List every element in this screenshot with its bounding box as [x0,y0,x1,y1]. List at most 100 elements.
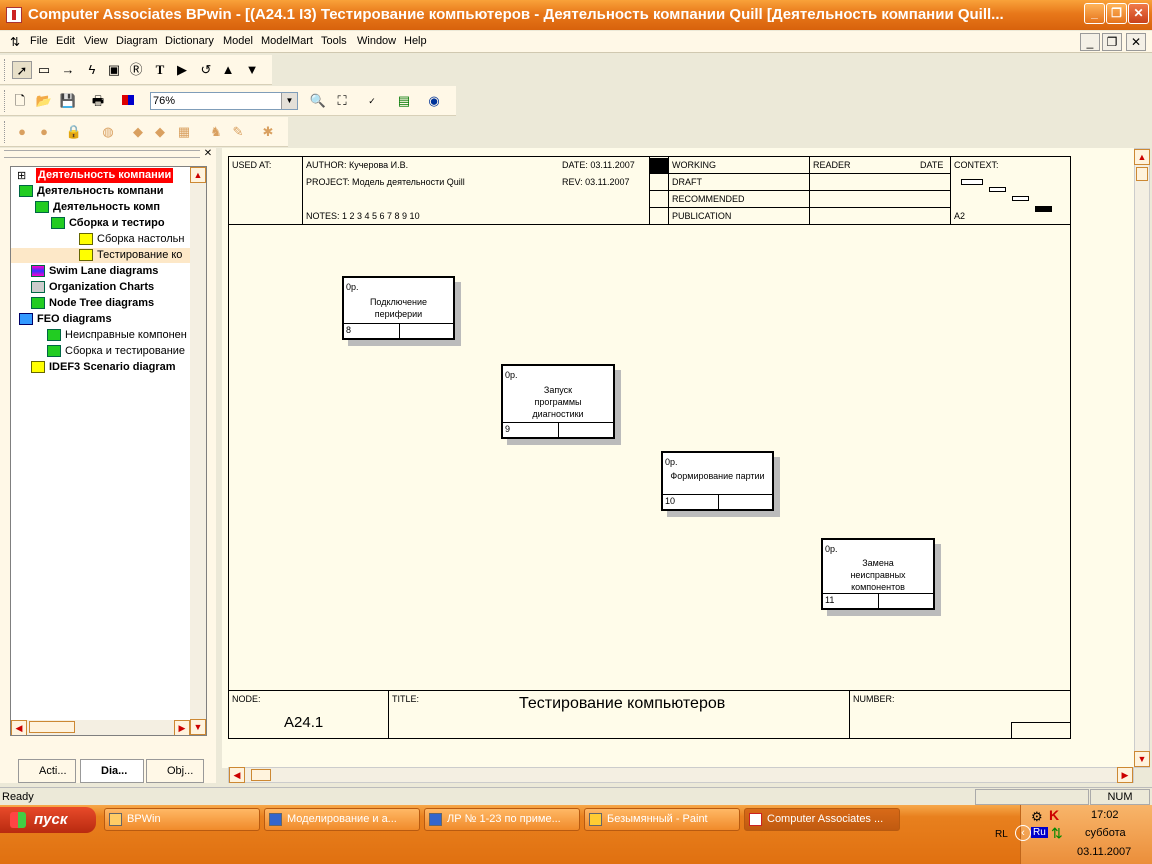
modelmart-icon[interactable]: ◉ [424,92,444,110]
tray-app-icon[interactable]: ⚙ [1031,809,1043,825]
tree-item[interactable]: Сборка и тестиро [51,216,165,231]
toolbar-grip [4,59,7,81]
tab-activities[interactable]: Acti... [18,759,76,783]
tree-item[interactable]: Сборка и тестирование [47,344,185,359]
word-icon [429,813,442,826]
chevron-down-icon[interactable]: ▼ [281,93,297,109]
scroll-left-icon[interactable]: ◀ [11,720,27,735]
tree-item[interactable]: IDEF3 Scenario diagram [31,360,176,375]
squiggle-tool-icon[interactable]: ϟ [82,61,102,79]
reference-tool-icon[interactable]: Ⓡ [126,61,146,79]
menu-edit[interactable]: Edit [56,35,75,47]
scroll-right-icon[interactable]: ▶ [1117,767,1133,783]
antivirus-icon[interactable]: K [1049,807,1059,823]
scroll-right-icon[interactable]: ▶ [174,720,190,735]
start-button[interactable]: пуск [0,807,96,833]
tree-vertical-scrollbar[interactable]: ▲ ▼ [190,167,206,735]
menu-help[interactable]: Help [404,35,427,47]
box-footer: 9 [503,422,613,437]
task-word-2[interactable]: ЛР № 1-23 по приме... [424,808,580,831]
box-tool-icon[interactable]: ▭ [34,61,54,79]
scroll-thumb[interactable] [29,721,75,733]
activity-box[interactable]: 0р. Запуск программы диагностики 9 [501,364,615,439]
open-icon[interactable]: 📂 [34,92,54,110]
decompose-tool-icon[interactable]: ▣ [104,61,124,79]
close-button[interactable]: ✕ [1128,3,1149,24]
go-to-tool-icon[interactable]: ▶ [172,61,192,79]
task-bpwin-app[interactable]: Computer Associates ... [744,808,900,831]
network-icon[interactable]: ⇅ [1051,825,1063,842]
tree-item[interactable]: Неисправные компонен [47,328,187,343]
tree-item[interactable]: Сборка настольн [79,232,184,247]
box-label: Замена неисправных компонентов [850,558,906,592]
menu-model[interactable]: Model [223,35,253,47]
menu-file[interactable]: File [30,35,48,47]
task-word-1[interactable]: Моделирование и а... [264,808,420,831]
explorer-close-icon[interactable]: ✕ [202,148,214,160]
scroll-thumb[interactable] [251,769,271,781]
box-cost: 0р. [505,370,518,380]
mdi-close-button[interactable]: ✕ [1126,33,1146,51]
diagram-title: Тестирование компьютеров [519,695,726,712]
tool-palette: ➚ ▭ → ϟ ▣ Ⓡ T ▶ ↺ ▲ ▼ [0,55,272,85]
menu-tools[interactable]: Tools [321,35,347,47]
canvas-vertical-scrollbar[interactable]: ▲ ▼ [1134,148,1150,768]
task-paint[interactable]: Безымянный - Paint [584,808,740,831]
minimize-button[interactable]: _ [1084,3,1105,24]
model-explorer-icon[interactable]: ▤ [394,92,414,110]
down-level-icon[interactable]: ▼ [242,61,262,79]
go-back-tool-icon[interactable]: ↺ [196,61,216,79]
menu-modelmart[interactable]: ModelMart [261,35,313,47]
tree-item-current[interactable]: Тестирование ко [11,248,206,263]
activity-box[interactable]: 0р. Формирование партии 10 [661,451,774,511]
tree-item[interactable]: Organization Charts [31,280,154,295]
scroll-down-icon[interactable]: ▼ [1134,751,1150,767]
activity-box[interactable]: 0р. Замена неисправных компонентов 11 [821,538,935,610]
color-icon[interactable] [118,92,138,110]
spell-check-icon[interactable]: ✓ [362,92,382,110]
zoom-fit-icon[interactable]: ⛶ [332,92,352,110]
mdi-minimize-button[interactable]: _ [1080,33,1100,51]
doc-icon[interactable]: ⇅ [10,35,20,49]
zoom-in-icon[interactable]: 🔍 [308,92,328,110]
save-icon[interactable]: 💾 [58,92,78,110]
zoom-select[interactable]: 76% ▼ [150,92,298,110]
arrow-tool-icon[interactable]: → [58,61,78,79]
rl-indicator[interactable]: RL [995,829,1008,840]
pointer-tool-icon[interactable]: ➚ [12,61,32,79]
tree-item[interactable]: Деятельность комп [35,200,160,215]
tree-item[interactable]: Node Tree diagrams [31,296,154,311]
mdi-restore-button[interactable]: ❐ [1102,33,1122,51]
tab-objects[interactable]: Obj... [146,759,204,783]
task-bpwin[interactable]: BPWin [104,808,260,831]
divider [388,690,389,738]
idef0-frame: USED AT: AUTHOR: Кучерова И.В. PROJECT: … [228,156,1071,739]
tree-item[interactable]: Деятельность компани [19,184,164,199]
tree-horizontal-scrollbar[interactable]: ◀ ▶ [11,720,190,735]
canvas-horizontal-scrollbar[interactable]: ◀ ▶ [228,767,1134,783]
maximize-button[interactable]: ❐ [1106,3,1127,24]
scroll-up-icon[interactable]: ▲ [190,167,206,183]
tree-root[interactable]: Деятельность компании [36,168,174,183]
chevron-left-icon[interactable]: ‹ [1015,825,1031,841]
activity-box[interactable]: 0р. Подключение периферии 8 [342,276,455,340]
tab-diagrams[interactable]: Dia... [80,759,144,783]
print-icon[interactable]: 🖶 [88,92,108,110]
model-tree: Деятельность компании ⊞ Деятельность ком… [10,166,207,736]
up-level-icon[interactable]: ▲ [218,61,238,79]
scroll-down-icon[interactable]: ▼ [190,719,206,735]
app-icon[interactable] [6,7,22,23]
language-indicator[interactable]: Ru [1031,827,1048,838]
scroll-thumb[interactable] [1136,167,1148,181]
menu-diagram[interactable]: Diagram [116,35,158,47]
tree-item[interactable]: Swim Lane diagrams [31,264,158,279]
text-tool-icon[interactable]: T [150,61,170,79]
menu-dictionary[interactable]: Dictionary [165,35,214,47]
menu-view[interactable]: View [84,35,108,47]
scroll-up-icon[interactable]: ▲ [1134,149,1150,165]
number-label: NUMBER: [853,694,895,704]
menu-window[interactable]: Window [357,35,396,47]
scroll-left-icon[interactable]: ◀ [229,767,245,783]
tree-item[interactable]: FEO diagrams [19,312,112,327]
new-icon[interactable]: 🗋 [10,92,30,110]
